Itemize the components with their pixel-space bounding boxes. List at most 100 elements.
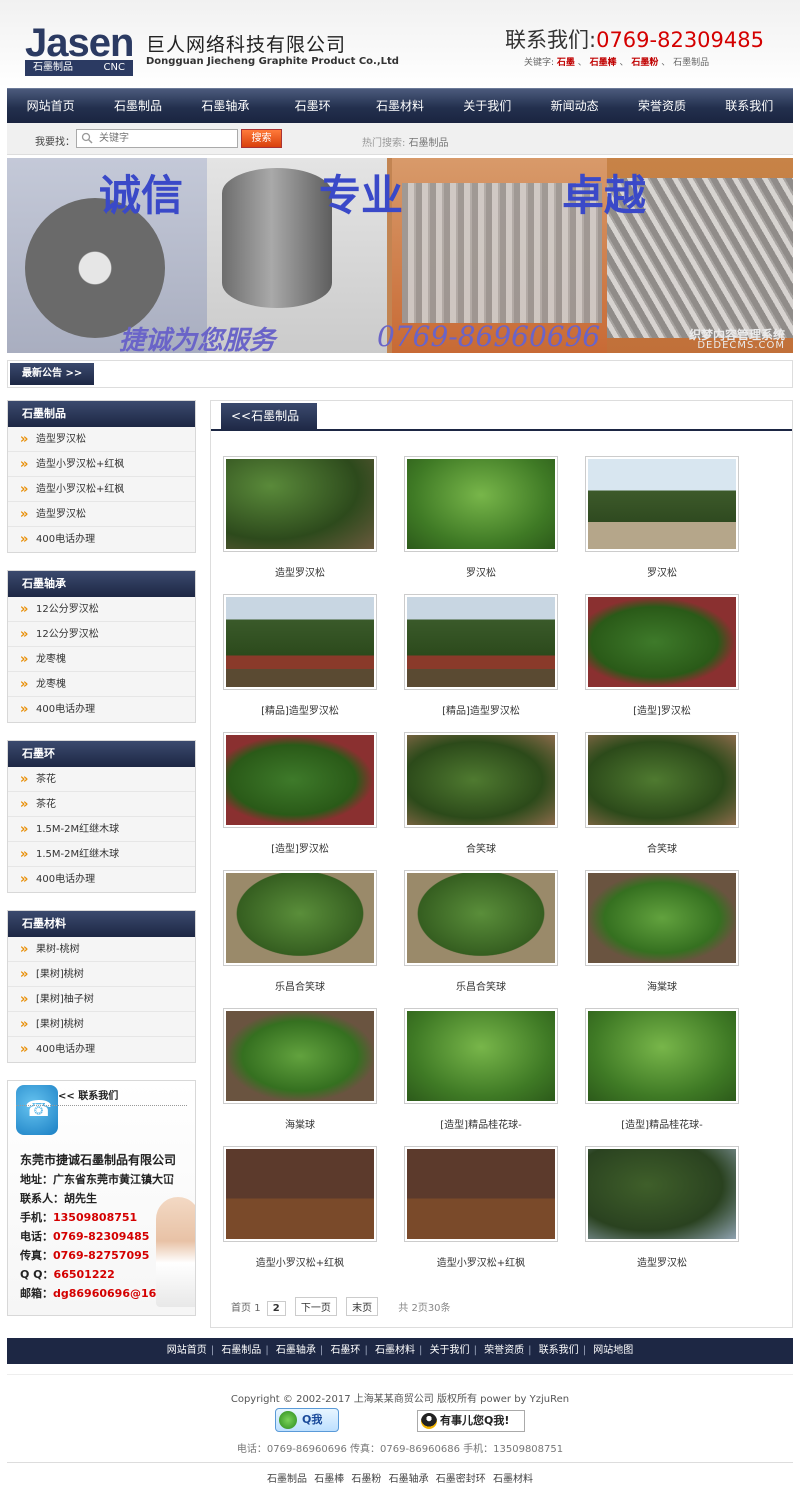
product-name[interactable]: 罗汉松 (404, 564, 558, 579)
product-name[interactable]: 造型罗汉松 (585, 1254, 739, 1269)
bottom-link[interactable]: 石墨材料 (493, 1474, 533, 1485)
product-thumb[interactable] (404, 456, 558, 552)
product-thumb[interactable] (223, 1008, 377, 1104)
pager-next[interactable]: 下一页 (294, 1297, 337, 1316)
sidebar-item[interactable]: 龙枣槐 (8, 647, 195, 672)
product-thumb[interactable] (223, 456, 377, 552)
product-thumb[interactable] (404, 732, 558, 828)
product-card[interactable]: 造型罗汉松 (223, 456, 377, 579)
product-card[interactable]: 海棠球 (585, 870, 739, 993)
sidebar-item[interactable]: 果树-桃树 (8, 937, 195, 962)
main-tab-graphite-products[interactable]: <<石墨制品 (221, 403, 317, 431)
product-card[interactable]: [精品]造型罗汉松 (223, 594, 377, 717)
qq-message-button[interactable]: 有事儿您Q我! (417, 1410, 525, 1432)
sidebar-item[interactable]: 茶花 (8, 792, 195, 817)
site-logo[interactable]: Jasen 石墨制品 CNC (25, 23, 134, 76)
product-name[interactable]: 海棠球 (585, 978, 739, 993)
product-card[interactable]: [造型]罗汉松 (223, 732, 377, 855)
product-thumb[interactable] (585, 732, 739, 828)
product-card[interactable]: [造型]精品桂花球- (585, 1008, 739, 1131)
sidebar-item[interactable]: 12公分罗汉松 (8, 597, 195, 622)
product-card[interactable]: 合笑球 (585, 732, 739, 855)
product-card[interactable]: 造型小罗汉松+红枫 (404, 1146, 558, 1269)
bottom-link[interactable]: 石墨棒 (314, 1474, 344, 1485)
product-card[interactable]: 乐昌合笑球 (404, 870, 558, 993)
sidebar-item[interactable]: 造型小罗汉松+红枫 (8, 452, 195, 477)
footer-link[interactable]: 石墨轴承 (276, 1345, 316, 1356)
product-thumb[interactable] (404, 1146, 558, 1242)
product-name[interactable]: [造型]精品桂花球- (404, 1116, 558, 1131)
product-thumb[interactable] (585, 870, 739, 966)
product-card[interactable]: 海棠球 (223, 1008, 377, 1131)
sidebar-item[interactable]: 12公分罗汉松 (8, 622, 195, 647)
product-thumb[interactable] (404, 594, 558, 690)
product-name[interactable]: [精品]造型罗汉松 (404, 702, 558, 717)
sidebar-heading[interactable]: 石墨材料 (8, 911, 195, 937)
product-thumb[interactable] (585, 456, 739, 552)
product-thumb[interactable] (223, 594, 377, 690)
product-thumb[interactable] (585, 1008, 739, 1104)
product-card[interactable]: 罗汉松 (585, 456, 739, 579)
sidebar-item[interactable]: 1.5M-2M红继木球 (8, 817, 195, 842)
bottom-link[interactable]: 石墨粉 (351, 1474, 381, 1485)
sidebar-item[interactable]: 400电话办理 (8, 1037, 195, 1062)
search-button[interactable]: 搜索 (241, 129, 282, 148)
sidebar-item[interactable]: 1.5M-2M红继木球 (8, 842, 195, 867)
sidebar-item[interactable]: 造型罗汉松 (8, 427, 195, 452)
product-name[interactable]: 乐昌合笑球 (404, 978, 558, 993)
sidebar-item[interactable]: 400电话办理 (8, 527, 195, 552)
footer-link[interactable]: 网站地图 (593, 1345, 633, 1356)
product-card[interactable]: 造型小罗汉松+红枫 (223, 1146, 377, 1269)
sidebar-item[interactable]: 龙枣槐 (8, 672, 195, 697)
sidebar-item[interactable]: [果树]桃树 (8, 1012, 195, 1037)
footer-link[interactable]: 石墨材料 (375, 1345, 415, 1356)
nav-item-news[interactable]: 新闻动态 (531, 89, 618, 123)
nav-item-about[interactable]: 关于我们 (444, 89, 531, 123)
footer-link[interactable]: 石墨制品 (221, 1345, 261, 1356)
product-name[interactable]: 造型小罗汉松+红枫 (404, 1254, 558, 1269)
bottom-link[interactable]: 石墨制品 (267, 1474, 307, 1485)
sidebar-item[interactable]: 造型小罗汉松+红枫 (8, 477, 195, 502)
sidebar-item[interactable]: [果树]桃树 (8, 962, 195, 987)
product-thumb[interactable] (585, 594, 739, 690)
product-name[interactable]: 乐昌合笑球 (223, 978, 377, 993)
product-name[interactable]: [造型]精品桂花球- (585, 1116, 739, 1131)
product-thumb[interactable] (223, 870, 377, 966)
product-thumb[interactable] (223, 1146, 377, 1242)
product-name[interactable]: [造型]罗汉松 (223, 840, 377, 855)
sidebar-item[interactable]: [果树]柚子树 (8, 987, 195, 1012)
nav-item-honors[interactable]: 荣誉资质 (618, 89, 705, 123)
keyword-link[interactable]: 石墨粉 (631, 58, 658, 68)
footer-link[interactable]: 联系我们 (539, 1345, 579, 1356)
nav-item-contact[interactable]: 联系我们 (706, 89, 793, 123)
bottom-link[interactable]: 石墨轴承 (389, 1474, 429, 1485)
product-thumb[interactable] (404, 1008, 558, 1104)
search-input[interactable] (76, 129, 238, 148)
hero-banner[interactable]: 诚信 专业 卓越 捷诚为您服务 0769-86960696 织梦内容管理系统 D… (7, 158, 793, 353)
product-thumb[interactable] (404, 870, 558, 966)
sidebar-heading[interactable]: 石墨环 (8, 741, 195, 767)
sidebar-heading[interactable]: 石墨制品 (8, 401, 195, 427)
keyword-link[interactable]: 石墨棒 (590, 58, 617, 68)
nav-item-home[interactable]: 网站首页 (7, 89, 94, 123)
product-name[interactable]: 造型小罗汉松+红枫 (223, 1254, 377, 1269)
keyword-plain[interactable]: 石墨制品 (673, 58, 709, 68)
sidebar-item[interactable]: 造型罗汉松 (8, 502, 195, 527)
sidebar-heading[interactable]: 石墨轴承 (8, 571, 195, 597)
product-name[interactable]: 造型罗汉松 (223, 564, 377, 579)
product-thumb[interactable] (223, 732, 377, 828)
nav-item-graphite-rings[interactable]: 石墨环 (269, 89, 356, 123)
keyword-link[interactable]: 石墨 (557, 58, 575, 68)
notice-tab[interactable]: 最新公告 >> (10, 363, 94, 385)
footer-link[interactable]: 网站首页 (167, 1345, 207, 1356)
product-card[interactable]: 合笑球 (404, 732, 558, 855)
pager-first[interactable]: 首页 (231, 1303, 251, 1314)
product-name[interactable]: [造型]罗汉松 (585, 702, 739, 717)
product-card[interactable]: [造型]罗汉松 (585, 594, 739, 717)
product-name[interactable]: 合笑球 (585, 840, 739, 855)
product-name[interactable]: 合笑球 (404, 840, 558, 855)
footer-link[interactable]: 荣誉资质 (484, 1345, 524, 1356)
nav-item-graphite-products[interactable]: 石墨制品 (94, 89, 181, 123)
product-thumb[interactable] (585, 1146, 739, 1242)
product-card[interactable]: [精品]造型罗汉松 (404, 594, 558, 717)
